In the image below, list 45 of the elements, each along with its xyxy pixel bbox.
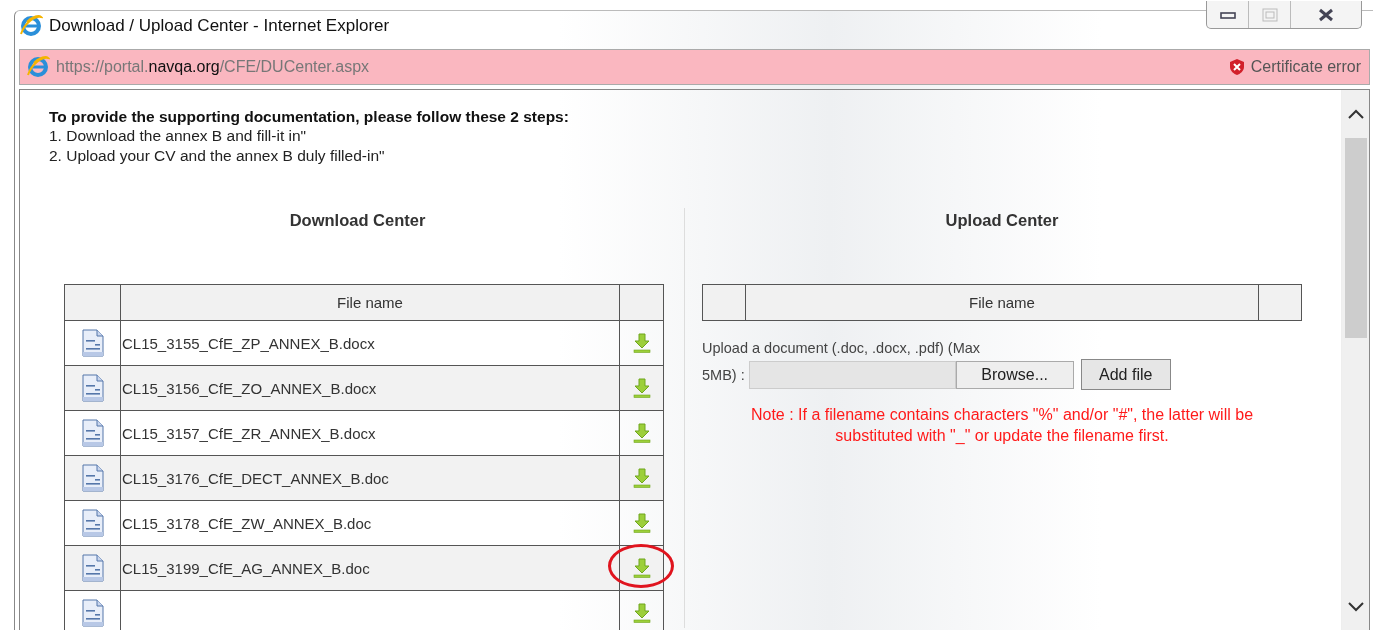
- certificate-error-link[interactable]: Certificate error: [1250, 58, 1361, 76]
- table-cell: CL15_3157_CfE_ZR_ANNEX_B.docx: [120, 410, 620, 456]
- scrollbar[interactable]: [1341, 90, 1369, 630]
- document-icon: [81, 509, 104, 537]
- note-text: Note : If a filename contains characters "%" and/or "#", the latter will be substituted with "_" or update the filename first.: [749, 405, 1255, 446]
- document-icon: [81, 554, 104, 582]
- table-cell: CL15_3156_CfE_ZO_ANNEX_B.docx: [120, 365, 620, 411]
- download-icon[interactable]: [632, 378, 651, 398]
- document-icon: [81, 464, 104, 492]
- table-cell: CL15_3199_CfE_AG_ANNEX_B.doc: [120, 545, 620, 591]
- section-title: Upload Center: [944, 210, 1060, 231]
- browse-button[interactable]: Browse...: [955, 360, 1074, 389]
- table-cell: CL15_3155_CfE_ZP_ANNEX_B.docx: [120, 320, 620, 366]
- header-cell: [702, 284, 746, 321]
- document-icon: [81, 374, 104, 402]
- document-icon: [81, 329, 104, 357]
- table-cell: CL15_3176_CfE_DECT_ANNEX_B.doc: [120, 455, 620, 501]
- upload-label: Upload a document (.doc, .docx, .pdf) (Max: [702, 339, 982, 357]
- document-icon: [81, 419, 104, 447]
- instructions-heading: To provide the supporting documentation, please follow these 2 steps:: [49, 108, 570, 126]
- header-cell: [1258, 284, 1302, 321]
- header-cell: File name: [745, 284, 1259, 321]
- document-icon: [81, 599, 104, 627]
- download-icon[interactable]: [632, 513, 651, 533]
- browser-logo-icon: [19, 14, 43, 38]
- download-icon[interactable]: [632, 333, 651, 353]
- close-icon[interactable]: [1317, 7, 1335, 22]
- minimize-icon[interactable]: [1219, 10, 1236, 19]
- shield-error-icon[interactable]: [1228, 58, 1245, 76]
- download-icon[interactable]: [632, 603, 651, 623]
- download-icon[interactable]: [632, 558, 651, 578]
- upload-label: 5MB) :: [702, 366, 745, 383]
- url-text[interactable]: https://portal.navqa.org/CFE/DUCenter.aspx: [56, 58, 370, 76]
- instruction-step: 1. Download the annex B and fill-it in": [49, 126, 1341, 146]
- browser-logo-icon: [26, 55, 50, 79]
- instruction-step: 2. Upload your CV and the annex B duly filled-in": [49, 146, 1341, 166]
- header-cell: File name: [120, 284, 620, 321]
- table-cell: CL15_3178_CfE_ZW_ANNEX_B.doc: [120, 500, 620, 546]
- window-title: Download / Upload Center - Internet Explorer: [49, 16, 390, 36]
- add-file-button[interactable]: Add file: [1080, 359, 1171, 390]
- scroll-thumb[interactable]: [1344, 138, 1367, 338]
- download-icon[interactable]: [632, 468, 651, 488]
- section-title: Download Center: [288, 210, 427, 231]
- file-path-field[interactable]: [748, 360, 956, 389]
- download-icon[interactable]: [632, 423, 651, 443]
